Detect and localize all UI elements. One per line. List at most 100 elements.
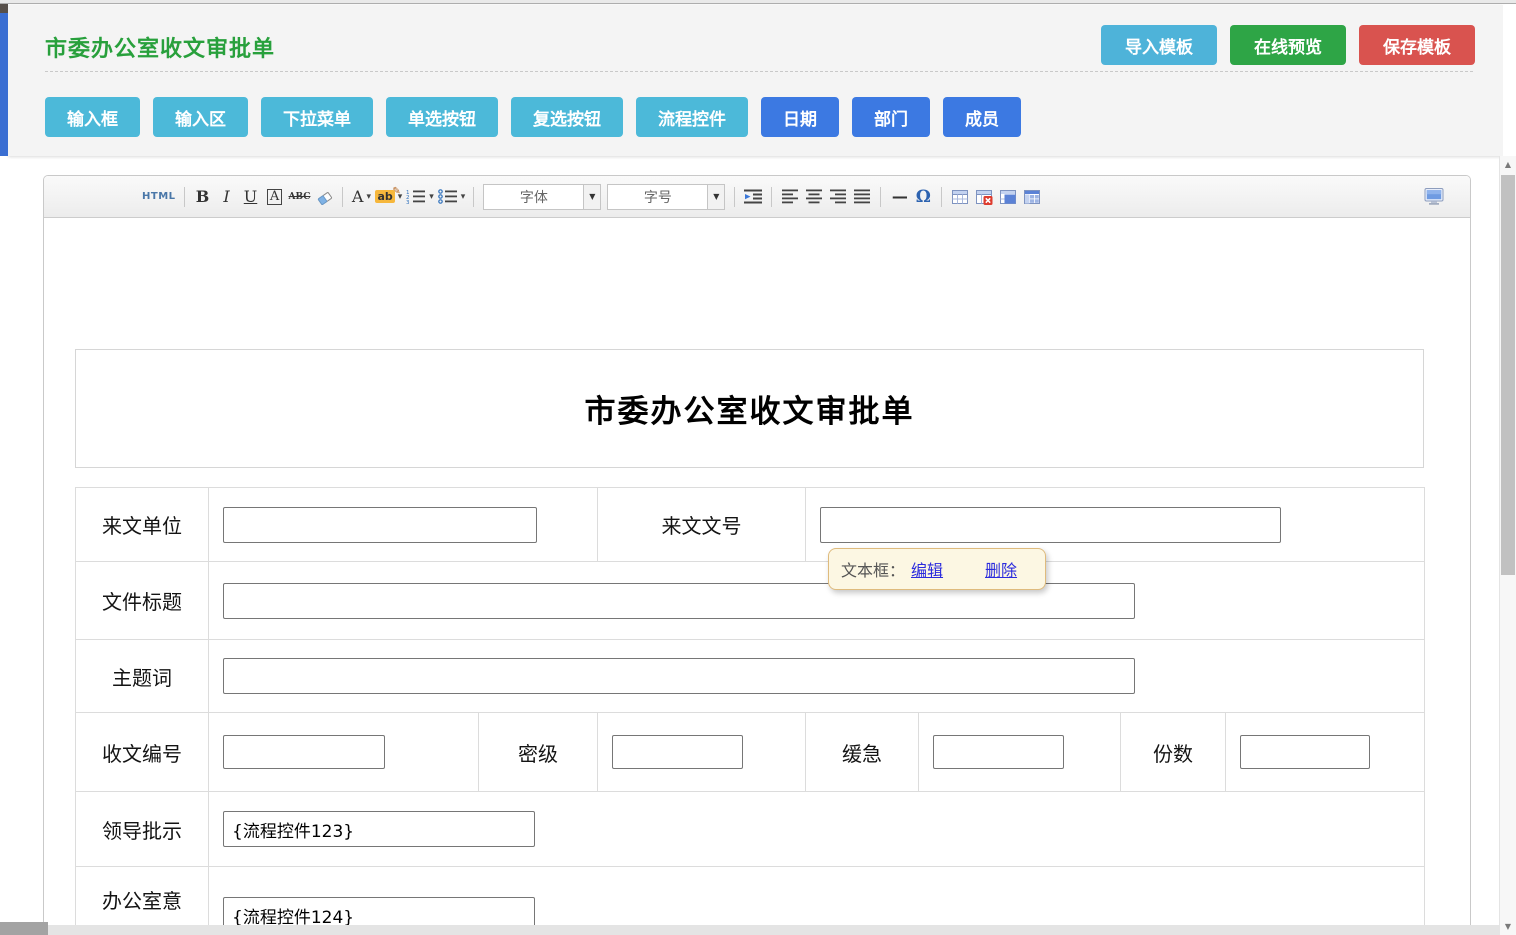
doc-number-input[interactable] [820, 507, 1281, 543]
receipt-number-input[interactable] [223, 735, 385, 769]
delete-table-icon [976, 189, 993, 205]
table-properties-button[interactable] [1020, 184, 1044, 210]
table-icon [952, 189, 969, 205]
font-size-select[interactable]: 字号 ▼ [607, 184, 725, 210]
label-leader-remarks: 领导批示 [76, 792, 209, 867]
strikethrough-button[interactable]: ABC [287, 184, 313, 210]
save-template-button[interactable]: 保存模板 [1359, 25, 1475, 65]
subject-words-input[interactable] [223, 658, 1135, 694]
font-family-select[interactable]: 字体 ▼ [483, 184, 601, 210]
import-template-button[interactable]: 导入模板 [1101, 25, 1217, 65]
control-textarea-button[interactable]: 输入区 [153, 97, 248, 137]
fullscreen-button[interactable] [1422, 184, 1446, 210]
cell-receipt-number [209, 713, 479, 792]
label-doc-number: 来文文号 [598, 488, 806, 562]
fullscreen-monitor-icon [1424, 188, 1444, 205]
cell-properties-button[interactable] [996, 184, 1020, 210]
source-code-button[interactable]: HTML [140, 184, 178, 210]
cell-secrecy-level [598, 713, 806, 792]
table-row: 收文编号 密级 缓急 份数 [76, 713, 1425, 792]
control-member-button[interactable]: 成员 [943, 97, 1021, 137]
remove-format-button[interactable] [312, 184, 336, 210]
unordered-list-icon [438, 189, 458, 204]
top-edge [0, 0, 1516, 4]
toolbar-separator [342, 187, 343, 207]
rich-text-editor: HTML B I U A ABC A ▾ [43, 175, 1471, 935]
font-color-icon: A [352, 187, 364, 206]
align-justify-button[interactable] [850, 184, 874, 210]
underline-button[interactable]: U [239, 184, 263, 210]
field-tooltip: 文本框： 编辑 删除 [828, 548, 1046, 590]
align-right-button[interactable] [826, 184, 850, 210]
toolbar-separator [941, 187, 942, 207]
caret-down-icon: ▾ [366, 192, 371, 202]
align-left-button[interactable] [778, 184, 802, 210]
cell-leader-remarks [209, 792, 1425, 867]
special-character-button[interactable]: Ω [911, 184, 935, 210]
control-input-box-button[interactable]: 输入框 [45, 97, 140, 137]
font-size-value: 字号 [608, 185, 707, 209]
control-date-button[interactable]: 日期 [761, 97, 839, 137]
pencil-icon: ✎ [392, 186, 400, 197]
scroll-up-arrow[interactable]: ▲ [1500, 156, 1516, 173]
editor-canvas[interactable]: 市委办公室收文审批单 来文单位 来文文号 [44, 218, 1470, 935]
font-color-button[interactable]: A ▾ [349, 184, 373, 210]
app-window: 市委办公室收文审批单 导入模板 在线预览 保存模板 输入框 输入区 下拉菜单 单… [0, 0, 1516, 935]
align-right-icon [830, 189, 847, 204]
urgency-input[interactable] [933, 735, 1064, 769]
font-frame-button[interactable]: A [263, 184, 287, 210]
leader-remarks-input[interactable] [223, 811, 535, 847]
highlight-icon: ab✎ [375, 190, 394, 203]
cell-file-title [209, 562, 1425, 640]
delete-table-button[interactable] [972, 184, 996, 210]
cell-urgency [919, 713, 1121, 792]
delete-link[interactable]: 删除 [985, 557, 1017, 581]
source-unit-input[interactable] [223, 507, 537, 543]
label-receipt-number: 收文编号 [76, 713, 209, 792]
edit-link[interactable]: 编辑 [911, 557, 943, 581]
caret-down-icon: ▾ [461, 192, 466, 202]
toolbar-separator [734, 187, 735, 207]
label-subject-words: 主题词 [76, 640, 209, 713]
control-flow-widget-button[interactable]: 流程控件 [636, 97, 748, 137]
control-checkbox-button[interactable]: 复选按钮 [511, 97, 623, 137]
online-preview-button[interactable]: 在线预览 [1230, 25, 1346, 65]
header-action-buttons: 导入模板 在线预览 保存模板 [1101, 25, 1475, 65]
dashed-divider [45, 71, 1473, 72]
ordered-list-button[interactable]: 1 2 3 ▾ [404, 184, 436, 210]
bold-button[interactable]: B [191, 184, 215, 210]
secrecy-level-input[interactable] [612, 735, 743, 769]
ordered-list-icon: 1 2 3 [406, 189, 426, 204]
highlight-color-button[interactable]: ab✎ ▾ [373, 184, 404, 210]
control-dropdown-button[interactable]: 下拉菜单 [261, 97, 373, 137]
label-copies: 份数 [1121, 713, 1226, 792]
background-sidebar-edge [0, 4, 8, 156]
table-row: 主题词 [76, 640, 1425, 713]
align-justify-icon [854, 189, 871, 204]
toolbar-separator [184, 187, 185, 207]
tooltip-label: 文本框： [841, 557, 905, 581]
insert-table-button[interactable] [948, 184, 972, 210]
svg-text:3: 3 [406, 200, 410, 204]
label-urgency: 缓急 [806, 713, 919, 792]
select-arrow-icon: ▼ [707, 185, 724, 209]
align-center-button[interactable] [802, 184, 826, 210]
align-center-icon [806, 189, 823, 204]
scrollbar-thumb[interactable] [1501, 175, 1515, 575]
eraser-icon [316, 189, 333, 205]
indent-button[interactable] [741, 184, 765, 210]
horizontal-rule-button[interactable]: — [887, 184, 911, 210]
italic-button[interactable]: I [215, 184, 239, 210]
toolbar-separator [771, 187, 772, 207]
page-title: 市委办公室收文审批单 [45, 31, 275, 63]
template-header: 市委办公室收文审批单 导入模板 在线预览 保存模板 输入框 输入区 下拉菜单 单… [8, 5, 1503, 156]
copies-input[interactable] [1240, 735, 1370, 769]
toolbar-separator [473, 187, 474, 207]
unordered-list-button[interactable]: ▾ [436, 184, 468, 210]
bottom-left-block [0, 922, 48, 935]
control-radio-button[interactable]: 单选按钮 [386, 97, 498, 137]
vertical-scrollbar[interactable]: ▲ ▼ [1499, 156, 1516, 935]
control-department-button[interactable]: 部门 [852, 97, 930, 137]
table-row: 文件标题 [76, 562, 1425, 640]
scroll-down-arrow[interactable]: ▼ [1500, 918, 1516, 935]
